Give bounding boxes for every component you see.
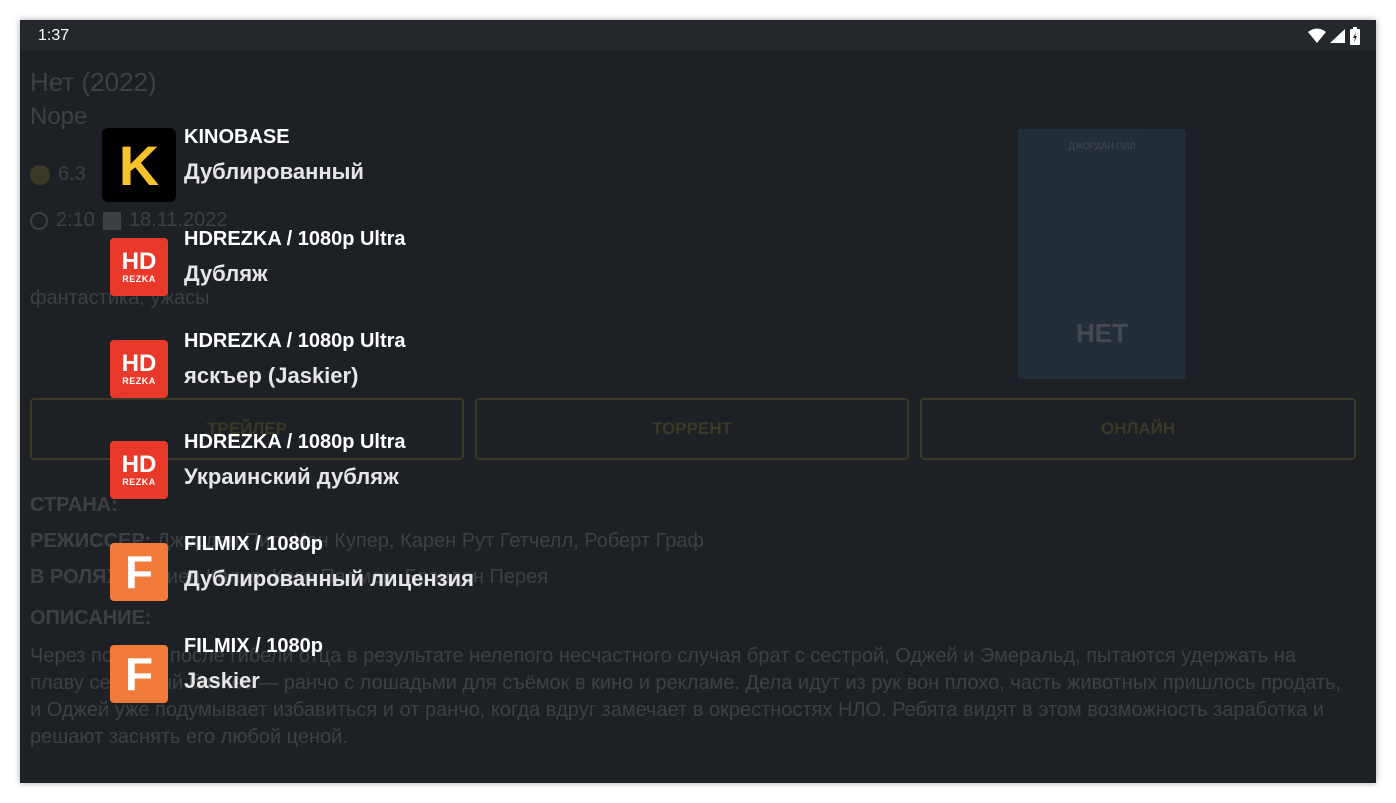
source-voiceover: Дублированный лицензия bbox=[184, 566, 474, 591]
battery-charging-icon bbox=[1350, 27, 1360, 45]
source-name: HDREZKA / 1080p Ultra bbox=[184, 330, 406, 352]
source-name: KINOBASE bbox=[184, 126, 290, 148]
source-voiceover: Дубляж bbox=[184, 261, 268, 286]
source-item[interactable]: F FILMIX / 1080p Jaskier bbox=[102, 635, 702, 715]
hdrezka-logo-icon: HD REZKA bbox=[110, 238, 168, 296]
status-bar: 1:37 bbox=[20, 20, 1376, 51]
filmix-logo-icon: F bbox=[110, 645, 168, 703]
source-name: FILMIX / 1080p bbox=[184, 533, 323, 555]
source-voiceover: Украинский дубляж bbox=[184, 464, 399, 489]
source-item[interactable]: HD REZKA HDREZKA / 1080p Ultra яскъер (J… bbox=[102, 330, 702, 410]
source-item[interactable]: HD REZKA HDREZKA / 1080p Ultra Дубляж bbox=[102, 228, 702, 308]
source-list: K KINOBASE Дублированный HD REZKA HDREZK… bbox=[20, 51, 1376, 783]
source-name: HDREZKA / 1080p Ultra bbox=[184, 228, 406, 250]
wifi-icon bbox=[1308, 28, 1326, 43]
filmix-logo-icon: F bbox=[110, 543, 168, 601]
hdrezka-logo-icon: HD REZKA bbox=[110, 441, 168, 499]
source-voiceover: Jaskier bbox=[184, 668, 260, 693]
app-window: 1:37 Нет (2022) Nope 6.3 2:10 18.11.2022… bbox=[20, 20, 1376, 783]
source-item[interactable]: K KINOBASE Дублированный bbox=[102, 126, 702, 206]
hdrezka-logo-icon: HD REZKA bbox=[110, 340, 168, 398]
source-voiceover: яскъер (Jaskier) bbox=[184, 363, 359, 388]
signal-icon bbox=[1330, 29, 1345, 43]
status-icons bbox=[1308, 27, 1360, 45]
source-item[interactable]: F FILMIX / 1080p Дублированный лицензия bbox=[102, 533, 702, 613]
source-item[interactable]: HD REZKA HDREZKA / 1080p Ultra Украински… bbox=[102, 431, 702, 511]
kinobase-logo-icon: K bbox=[102, 128, 176, 202]
source-name: HDREZKA / 1080p Ultra bbox=[184, 431, 406, 453]
source-name: FILMIX / 1080p bbox=[184, 635, 323, 657]
status-time: 1:37 bbox=[38, 27, 70, 44]
source-voiceover: Дублированный bbox=[184, 159, 364, 184]
